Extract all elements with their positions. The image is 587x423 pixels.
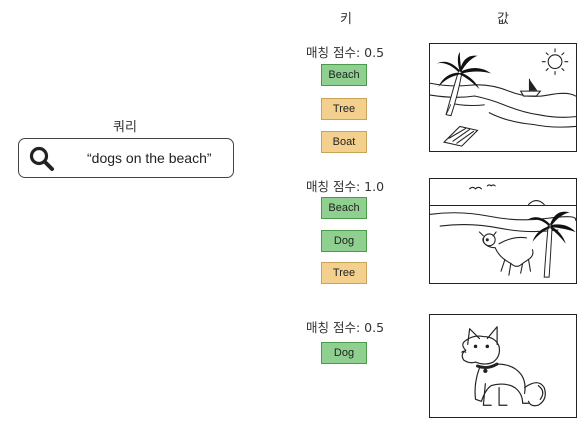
key-tag-beach: Beach bbox=[321, 64, 367, 86]
match-score-2: 매칭 점수: 1.0 bbox=[306, 179, 385, 194]
query-label: 쿼리 bbox=[113, 120, 137, 135]
beach-dog-scene-drawing bbox=[430, 184, 576, 278]
value-image-beach-dog-palm bbox=[429, 178, 577, 284]
dog-drawing bbox=[461, 326, 546, 407]
match-score-1: 매칭 점수: 0.5 bbox=[306, 45, 385, 60]
key-tag-dog: Dog bbox=[321, 342, 367, 364]
value-image-dog bbox=[429, 314, 577, 418]
key-tag-tree: Tree bbox=[321, 98, 367, 120]
beach-scene-drawing bbox=[430, 48, 576, 147]
key-column-header: 키 bbox=[340, 12, 352, 27]
key-tag-boat: Boat bbox=[321, 131, 367, 153]
key-tag-tree: Tree bbox=[321, 262, 367, 284]
value-image-beach-palm-boat bbox=[429, 43, 577, 152]
match-score-3: 매칭 점수: 0.5 bbox=[306, 320, 385, 335]
key-tag-beach: Beach bbox=[321, 197, 367, 219]
query-text: “dogs on the beach” bbox=[87, 150, 212, 166]
query-search-box[interactable]: “dogs on the beach” bbox=[18, 138, 234, 178]
value-column-header: 값 bbox=[497, 12, 509, 27]
key-tag-dog: Dog bbox=[321, 230, 367, 252]
search-icon bbox=[29, 146, 54, 171]
